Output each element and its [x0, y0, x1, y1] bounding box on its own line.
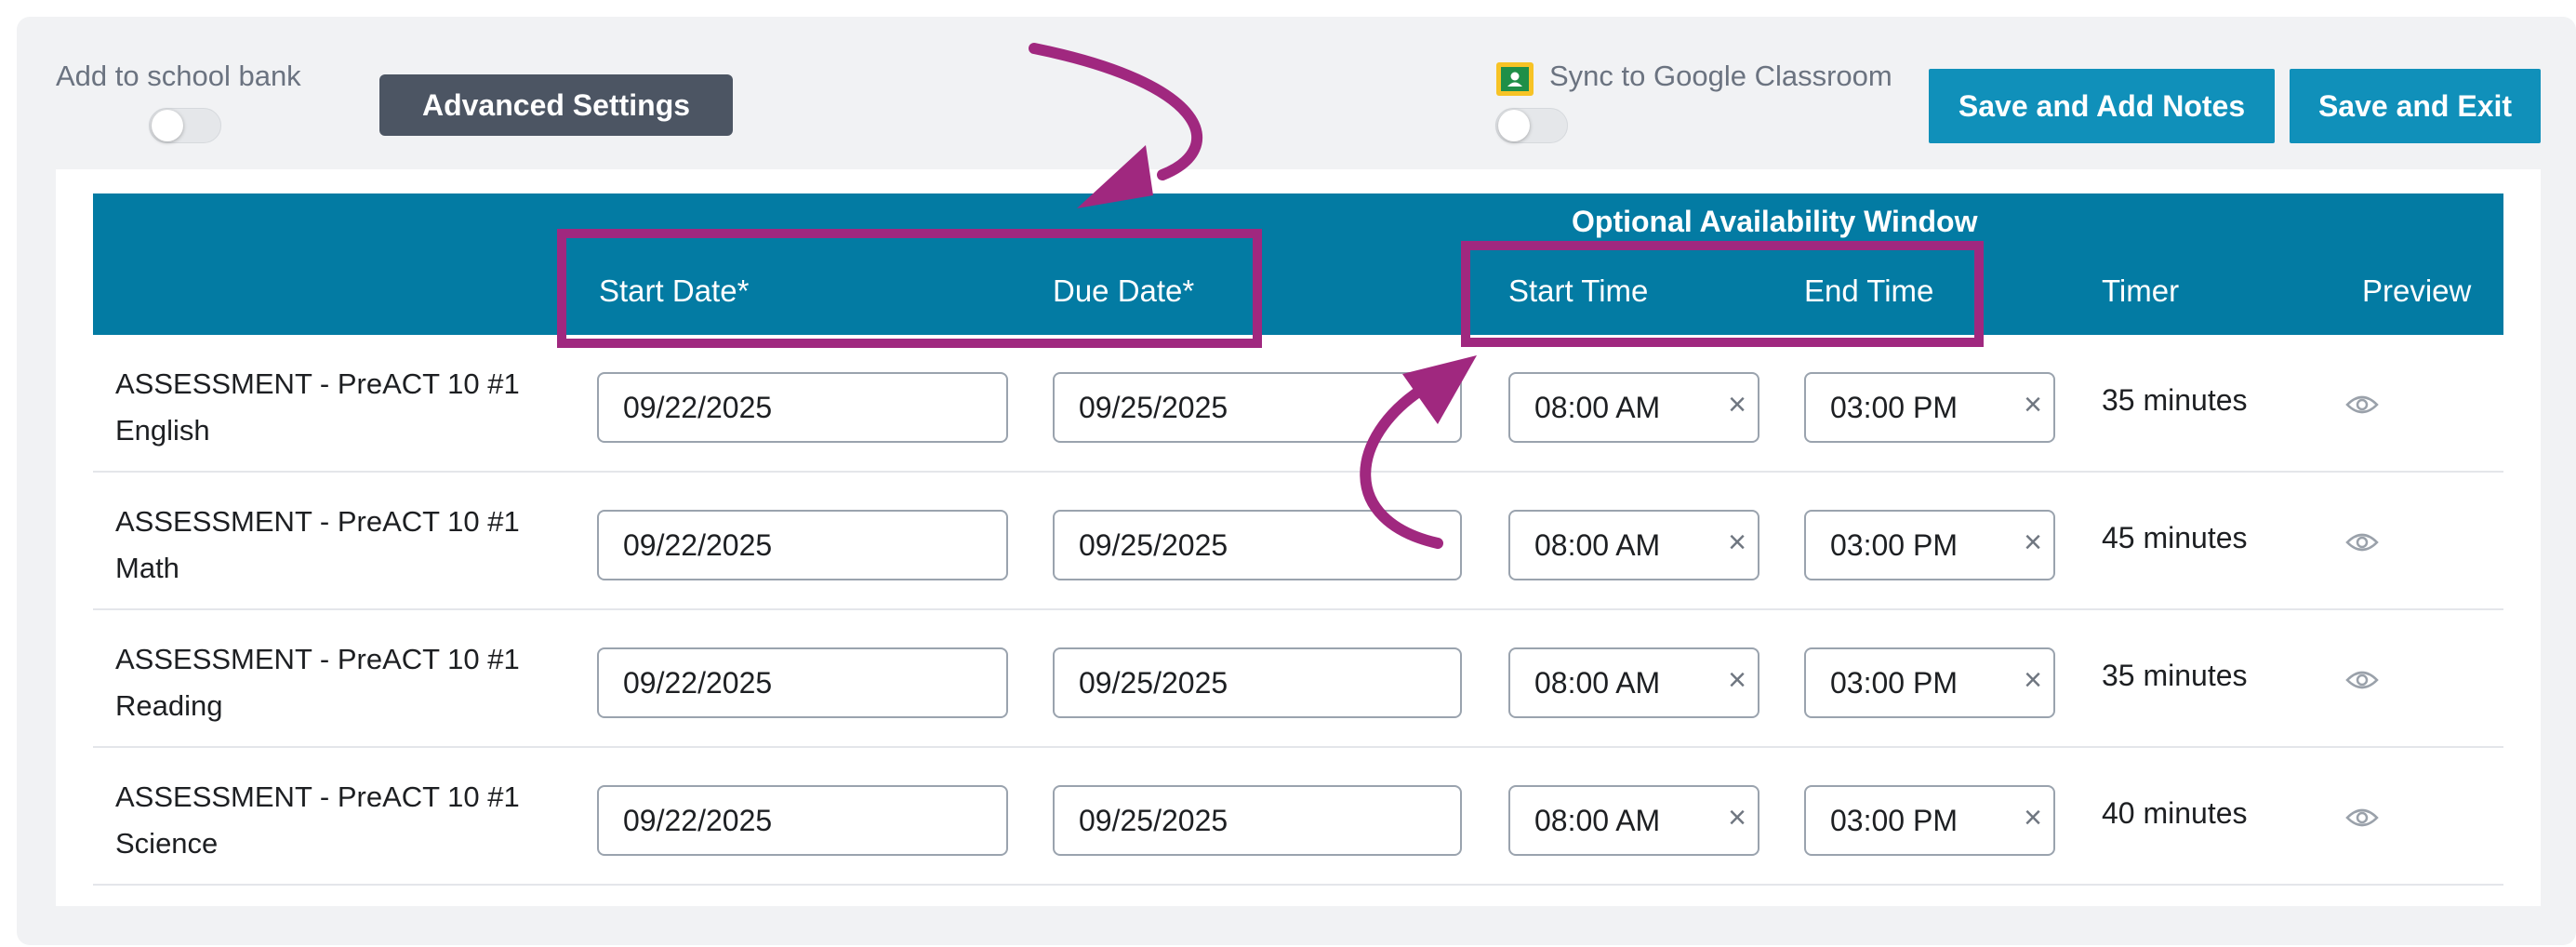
timer-value: 35 minutes — [2102, 659, 2248, 692]
school-bank-label: Add to school bank — [56, 60, 301, 92]
table-row: ASSESSMENT - PreACT 10 #1 English 09/22/… — [93, 335, 2503, 473]
assessment-name: ASSESSMENT - PreACT 10 #1 English — [115, 361, 520, 454]
start-date-input[interactable]: 09/22/2025 — [597, 510, 1008, 580]
close-icon[interactable]: × — [2024, 800, 2042, 836]
end-time-input[interactable]: 03:00 PM × — [1804, 372, 2055, 443]
school-bank-toggle[interactable] — [149, 108, 221, 143]
close-icon[interactable]: × — [1728, 525, 1746, 561]
start-time-value: 08:00 AM — [1534, 527, 1661, 562]
timer-value: 40 minutes — [2102, 796, 2248, 830]
eye-icon[interactable] — [2345, 394, 2379, 415]
eye-icon[interactable] — [2345, 807, 2379, 828]
due-date-input[interactable]: 09/25/2025 — [1053, 647, 1462, 718]
close-icon[interactable]: × — [1728, 800, 1746, 836]
table-header: Optional Availability Window Start Date*… — [93, 193, 2503, 335]
assessment-schedule-table: Optional Availability Window Start Date*… — [56, 169, 2541, 906]
end-time-input[interactable]: 03:00 PM × — [1804, 785, 2055, 856]
save-and-add-notes-button[interactable]: Save and Add Notes — [1929, 69, 2275, 143]
assessment-subject: Science — [115, 827, 219, 860]
eye-icon[interactable] — [2345, 670, 2379, 690]
start-time-value: 08:00 AM — [1534, 665, 1661, 700]
start-time-value: 08:00 AM — [1534, 803, 1661, 837]
start-date-input[interactable]: 09/22/2025 — [597, 647, 1008, 718]
column-header-due-date: Due Date* — [1053, 273, 1195, 308]
assessment-subject: Reading — [115, 689, 223, 722]
table-row: ASSESSMENT - PreACT 10 #1 Math 09/22/202… — [93, 473, 2503, 610]
google-classroom-icon — [1496, 62, 1534, 96]
column-header-start-time: Start Time — [1508, 273, 1649, 308]
assessment-title: ASSESSMENT - PreACT 10 #1 — [115, 780, 520, 813]
assessment-name: ASSESSMENT - PreACT 10 #1 Math — [115, 499, 520, 592]
column-header-end-time: End Time — [1804, 273, 1934, 308]
assessment-title: ASSESSMENT - PreACT 10 #1 — [115, 643, 520, 675]
assessment-name: ASSESSMENT - PreACT 10 #1 Science — [115, 774, 520, 867]
eye-icon[interactable] — [2345, 532, 2379, 553]
end-time-input[interactable]: 03:00 PM × — [1804, 510, 2055, 580]
start-time-input[interactable]: 08:00 AM × — [1508, 647, 1759, 718]
end-time-value: 03:00 PM — [1830, 390, 1958, 424]
toggle-knob — [152, 110, 183, 141]
close-icon[interactable]: × — [2024, 387, 2042, 423]
timer-value: 35 minutes — [2102, 383, 2248, 417]
due-date-input[interactable]: 09/25/2025 — [1053, 510, 1462, 580]
end-time-input[interactable]: 03:00 PM × — [1804, 647, 2055, 718]
end-time-value: 03:00 PM — [1830, 803, 1958, 837]
table-row: ASSESSMENT - PreACT 10 #1 Reading 09/22/… — [93, 610, 2503, 748]
column-header-timer: Timer — [2102, 273, 2180, 308]
start-time-input[interactable]: 08:00 AM × — [1508, 510, 1759, 580]
close-icon[interactable]: × — [2024, 525, 2042, 561]
sync-google-classroom-toggle[interactable] — [1495, 108, 1568, 143]
timer-value: 45 minutes — [2102, 521, 2248, 554]
due-date-input[interactable]: 09/25/2025 — [1053, 785, 1462, 856]
start-date-input[interactable]: 09/22/2025 — [597, 785, 1008, 856]
end-time-value: 03:00 PM — [1830, 665, 1958, 700]
start-time-value: 08:00 AM — [1534, 390, 1661, 424]
due-date-input[interactable]: 09/25/2025 — [1053, 372, 1462, 443]
assessment-name: ASSESSMENT - PreACT 10 #1 Reading — [115, 636, 520, 729]
assessment-subject: Math — [115, 552, 179, 584]
assessment-title: ASSESSMENT - PreACT 10 #1 — [115, 367, 520, 400]
close-icon[interactable]: × — [1728, 387, 1746, 423]
save-and-exit-button[interactable]: Save and Exit — [2290, 69, 2541, 143]
sync-google-classroom-label: Sync to Google Classroom — [1549, 60, 1892, 92]
table-row: ASSESSMENT - PreACT 10 #1 Science 09/22/… — [93, 748, 2503, 886]
start-time-input[interactable]: 08:00 AM × — [1508, 372, 1759, 443]
assessment-subject: English — [115, 414, 210, 447]
toggle-knob — [1498, 110, 1530, 141]
assessment-title: ASSESSMENT - PreACT 10 #1 — [115, 505, 520, 538]
advanced-settings-button[interactable]: Advanced Settings — [379, 74, 733, 136]
start-time-input[interactable]: 08:00 AM × — [1508, 785, 1759, 856]
close-icon[interactable]: × — [1728, 662, 1746, 699]
column-header-start-date: Start Date* — [599, 273, 750, 308]
availability-window-header: Optional Availability Window — [1572, 205, 1978, 238]
start-date-input[interactable]: 09/22/2025 — [597, 372, 1008, 443]
end-time-value: 03:00 PM — [1830, 527, 1958, 562]
close-icon[interactable]: × — [2024, 662, 2042, 699]
column-header-preview: Preview — [2362, 273, 2472, 308]
